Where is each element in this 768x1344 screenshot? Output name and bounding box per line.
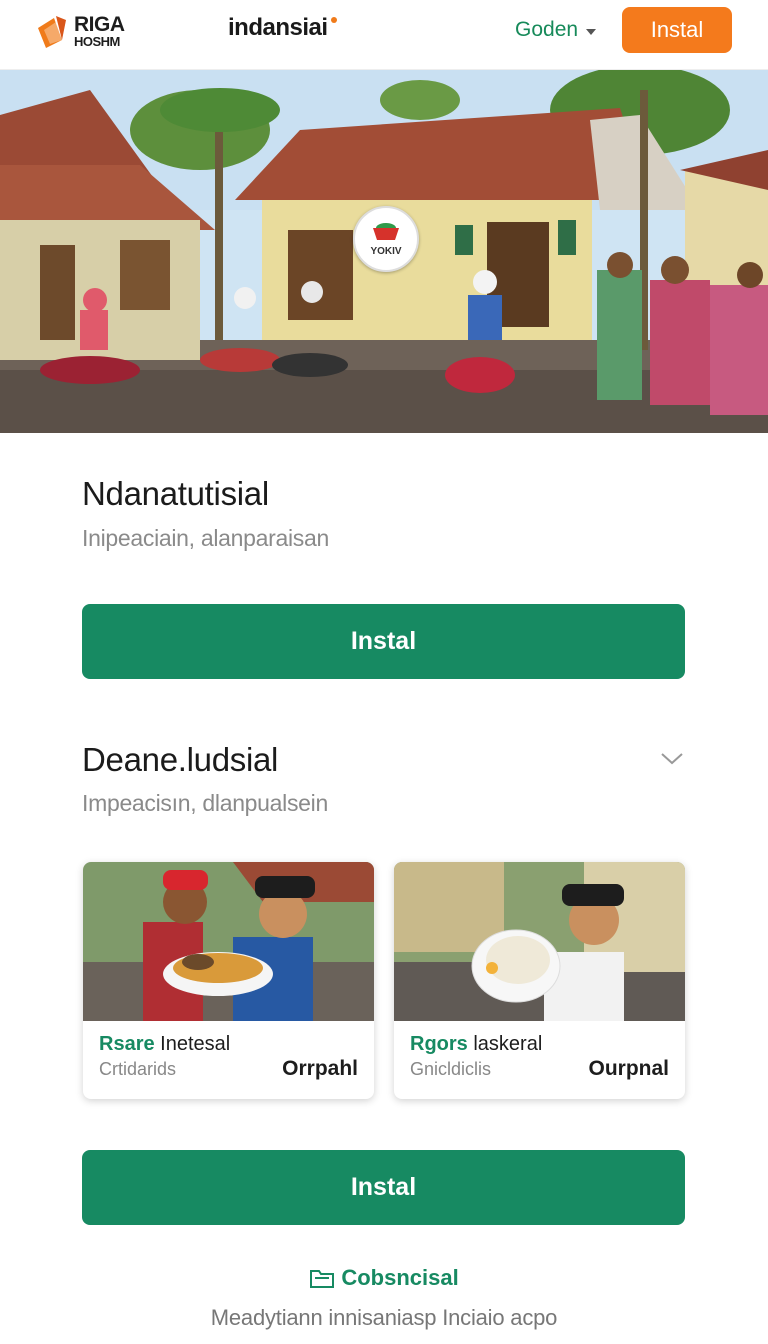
language-selector[interactable]: Goden xyxy=(515,18,597,42)
section2-title: Deane.ludsial xyxy=(82,741,279,778)
badge-text: YOKIV xyxy=(370,245,402,257)
card-2-image xyxy=(394,862,685,1021)
logo[interactable]: RIGA HOSHM xyxy=(36,10,125,52)
card-1-image xyxy=(83,862,374,1021)
language-label: Goden xyxy=(515,18,579,41)
section1-install-button[interactable]: Instal xyxy=(82,604,685,679)
product-card-1[interactable]: Rsare Inetesal Crtidarids Orrpahl xyxy=(83,862,374,1099)
hero-badge: YOKIV xyxy=(353,206,419,272)
header-install-button[interactable]: Instal xyxy=(622,7,732,53)
section1-subtitle: Inipeaciain, alanparaisan xyxy=(82,525,329,551)
product-card-2[interactable]: Rgors laskeral Gnicldiclis Ourpnal xyxy=(394,862,685,1099)
section2-subtitle: Impeacisın, dlanpualsein xyxy=(82,790,328,816)
card-2-title-accent: Rgors xyxy=(410,1033,468,1055)
footer-link[interactable]: Cobsncisal xyxy=(0,1265,768,1291)
caret-down-icon xyxy=(586,29,597,35)
footer-link-label: Cobsncisal xyxy=(341,1265,459,1290)
card-2-title-rest: laskeral xyxy=(473,1033,543,1055)
bottom-install-button[interactable]: Instal xyxy=(82,1150,685,1225)
chevron-down-icon[interactable] xyxy=(660,750,684,768)
card-1-title-accent: Rsare xyxy=(99,1033,155,1055)
logo-line2: HOSHM xyxy=(74,34,120,49)
footer-note: Meadytiann innisaniasp Inciaio acpo xyxy=(210,1305,558,1330)
folder-icon xyxy=(309,1266,335,1290)
food-bowl-icon xyxy=(371,222,401,242)
hero-image: YOKIV xyxy=(0,70,768,433)
brand-name: indansiai xyxy=(228,14,328,41)
brand-accent-icon xyxy=(331,17,337,23)
card-2-meta: Gnicldiclis xyxy=(410,1059,492,1079)
card-1-meta: Crtidarids xyxy=(99,1059,177,1079)
logo-icon xyxy=(36,14,70,48)
logo-line1: RIGA xyxy=(74,13,125,36)
card-2-price: Ourpnal xyxy=(588,1057,669,1080)
card-2-title: Rgors laskeral xyxy=(410,1033,542,1056)
card-1-title: Rsare Inetesal xyxy=(99,1033,230,1056)
app-header: RIGA HOSHM indansiai Goden Instal xyxy=(0,0,768,70)
section1-title: Ndanatutisial xyxy=(82,475,269,512)
card-1-price: Orrpahl xyxy=(282,1057,358,1080)
card-1-title-rest: Inetesal xyxy=(160,1033,231,1055)
